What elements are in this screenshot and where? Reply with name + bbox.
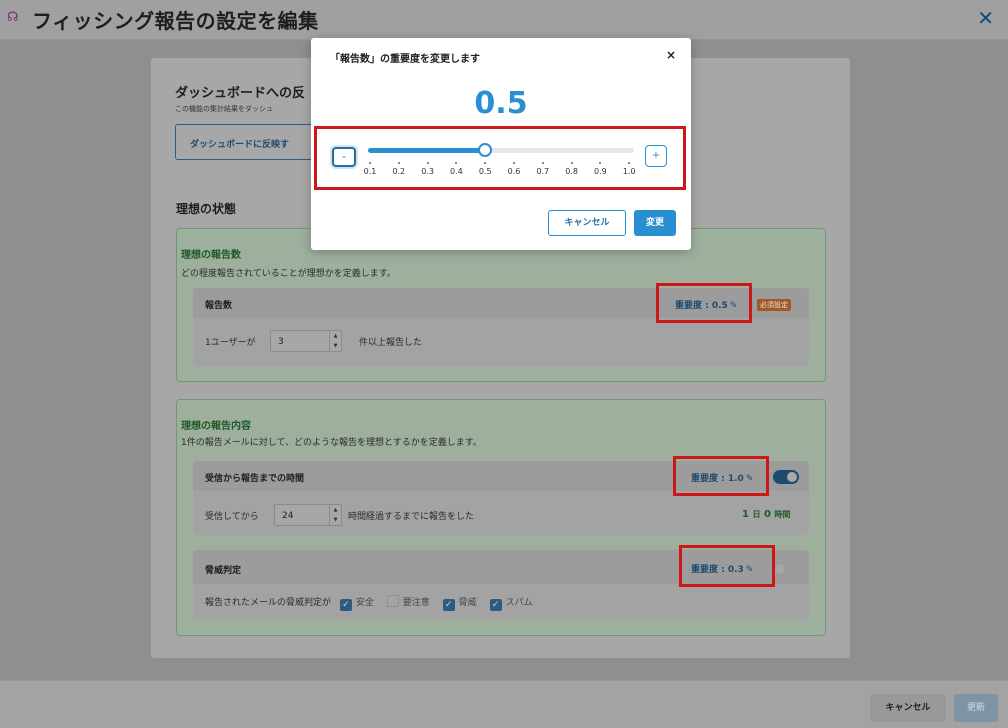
importance-link[interactable]: 重要度 : 0.5 ✎	[675, 298, 737, 311]
slider-tick-mark	[570, 162, 573, 164]
slider-tick-mark	[397, 162, 400, 164]
option-caution-label: 要注意	[402, 598, 430, 608]
response-time-value: 24	[282, 511, 294, 521]
section-description: どの程度報告されていることが理想かを定義します。	[181, 269, 396, 279]
panel-name: 受信から報告までの時間	[205, 474, 305, 484]
dashboard-subtitle: この機能の集計結果をダッシュ	[175, 105, 273, 113]
increment-button[interactable]: +	[645, 145, 667, 167]
response-time-input[interactable]: 24 ▲ ▼	[274, 504, 342, 526]
headset-icon: ☊	[7, 10, 19, 25]
slider-tick-label: 0.8	[565, 167, 578, 176]
slider-tick-label: 0.2	[392, 167, 406, 176]
modal-close-icon[interactable]: ×	[666, 48, 676, 62]
importance-value-display: 0.5	[474, 86, 528, 121]
required-badge: 必須設定	[757, 299, 791, 311]
report-count-section: 理想の報告数 どの程度報告されていることが理想かを定義します。 報告数 重要度 …	[176, 228, 826, 382]
importance-modal: 「報告数」の重要度を変更します × 0.5 - 0.1 0.2 0.3 0.4 0.5 0…	[311, 38, 691, 250]
report-count-suffix: 件以上報告した	[359, 338, 423, 348]
footer-update-button[interactable]: 更新	[954, 694, 998, 722]
modal-cancel-button[interactable]: キャンセル	[548, 210, 626, 236]
toggle-knob	[775, 564, 785, 574]
duration-days-unit: 日	[752, 510, 761, 519]
edit-icon: ✎	[745, 565, 754, 575]
importance-label: 重要度 : 0.3	[691, 565, 744, 575]
dialog-header: ☊ フィッシング報告の設定を編集 ✕	[0, 0, 1008, 40]
section-title: 理想の報告数	[181, 250, 241, 261]
threat-options-row: 報告されたメールの脅威判定が ✓ 安全 要注意 ✓ 脅威 ✓ スパム	[205, 595, 533, 611]
footer-cancel-button[interactable]: キャンセル	[870, 694, 946, 722]
slider-tick-mark	[484, 162, 487, 164]
threat-prefix: 報告されたメールの脅威判定が	[205, 598, 332, 608]
response-time-toggle[interactable]	[773, 470, 799, 484]
importance-label: 重要度 : 0.5	[675, 301, 728, 311]
slider-tick-label: 0.1	[363, 167, 377, 176]
importance-label: 重要度 : 1.0	[691, 474, 744, 484]
slider-tick-label: 0.7	[536, 167, 550, 176]
panel-name: 報告数	[205, 301, 233, 311]
stepper-icon[interactable]: ▲ ▼	[329, 505, 341, 525]
section-title: 理想の報告内容	[181, 421, 251, 432]
toggle-knob	[787, 472, 797, 482]
slider-tick-mark	[628, 162, 631, 164]
importance-link[interactable]: 重要度 : 1.0 ✎	[691, 471, 753, 484]
dialog-footer	[0, 680, 1008, 728]
modal-title: 「報告数」の重要度を変更します	[330, 54, 480, 65]
slider-tick-label: 0.9	[594, 167, 607, 176]
checkbox-caution[interactable]	[386, 595, 399, 607]
duration-readout: 1 日 0 時間	[742, 509, 790, 520]
response-time-prefix: 受信してから	[205, 512, 259, 522]
duration-hours-unit: 時間	[774, 510, 791, 519]
report-content-section: 理想の報告内容 1件の報告メールに対して、どのような報告を理想とするかを定義しま…	[176, 399, 826, 636]
panel-name: 脅威判定	[205, 566, 242, 576]
checkbox-spam[interactable]: ✓	[489, 599, 502, 611]
report-count-value: 3	[278, 337, 284, 347]
slider-tick-label: 1.0	[622, 167, 636, 176]
page-title: フィッシング報告の設定を編集	[32, 9, 319, 33]
slider-tick-mark	[426, 162, 429, 164]
option-threat-label: 脅威	[458, 598, 477, 608]
slider-tick-mark	[455, 162, 458, 164]
edit-icon: ✎	[729, 301, 738, 311]
slider-tick-mark	[369, 162, 371, 164]
slider-tick-mark	[599, 162, 602, 164]
slider-tick-label: 0.6	[507, 167, 521, 176]
option-spam-label: スパム	[505, 598, 533, 608]
dashboard-title: ダッシュボードへの反	[175, 86, 306, 101]
section-description: 1件の報告メールに対して、どのような報告を理想とするかを定義します。	[181, 438, 482, 448]
response-time-panel: 受信から報告までの時間 重要度 : 1.0 ✎ 受信してから 24 ▲ ▼ 時間経過…	[193, 461, 809, 535]
option-safe-label: 安全	[355, 598, 374, 608]
checkbox-threat[interactable]: ✓	[442, 599, 455, 611]
slider-thumb[interactable]	[478, 143, 493, 157]
decrement-button[interactable]: -	[332, 147, 356, 167]
checkbox-safe[interactable]: ✓	[339, 599, 352, 611]
report-count-panel: 報告数 重要度 : 0.5 ✎ 必須設定 1ユーザーが 3 ▲ ▼ 件以上報告した	[193, 288, 809, 366]
duration-days: 1	[742, 509, 749, 520]
threat-judgement-panel: 脅威判定 重要度 : 0.3 ✎ 報告されたメールの脅威判定が ✓ 安全 要注意 ✓…	[193, 550, 809, 620]
slider-tick-label: 0.4	[450, 167, 463, 176]
edit-icon: ✎	[745, 474, 754, 484]
slider-tick-mark	[513, 162, 515, 164]
response-time-suffix: 時間経過するまでに報告をした	[348, 512, 475, 522]
report-count-prefix: 1ユーザーが	[205, 338, 256, 348]
stepper-icon[interactable]: ▲ ▼	[329, 331, 341, 351]
importance-link[interactable]: 重要度 : 0.3 ✎	[691, 562, 753, 575]
report-count-input[interactable]: 3 ▲ ▼	[270, 330, 342, 352]
modal-change-button[interactable]: 変更	[634, 210, 676, 236]
slider-tick-label: 0.3	[421, 167, 434, 176]
slider-fill	[368, 148, 486, 153]
close-icon[interactable]: ✕	[977, 6, 994, 30]
threat-judgement-toggle[interactable]	[773, 562, 799, 576]
ideal-state-title: 理想の状態	[176, 202, 237, 216]
duration-hours: 0	[763, 509, 771, 520]
dashboard-reflect-button[interactable]: ダッシュボードに反映す	[175, 124, 315, 160]
slider-tick-mark	[541, 162, 544, 164]
slider-tick-label: 0.5	[478, 167, 492, 176]
